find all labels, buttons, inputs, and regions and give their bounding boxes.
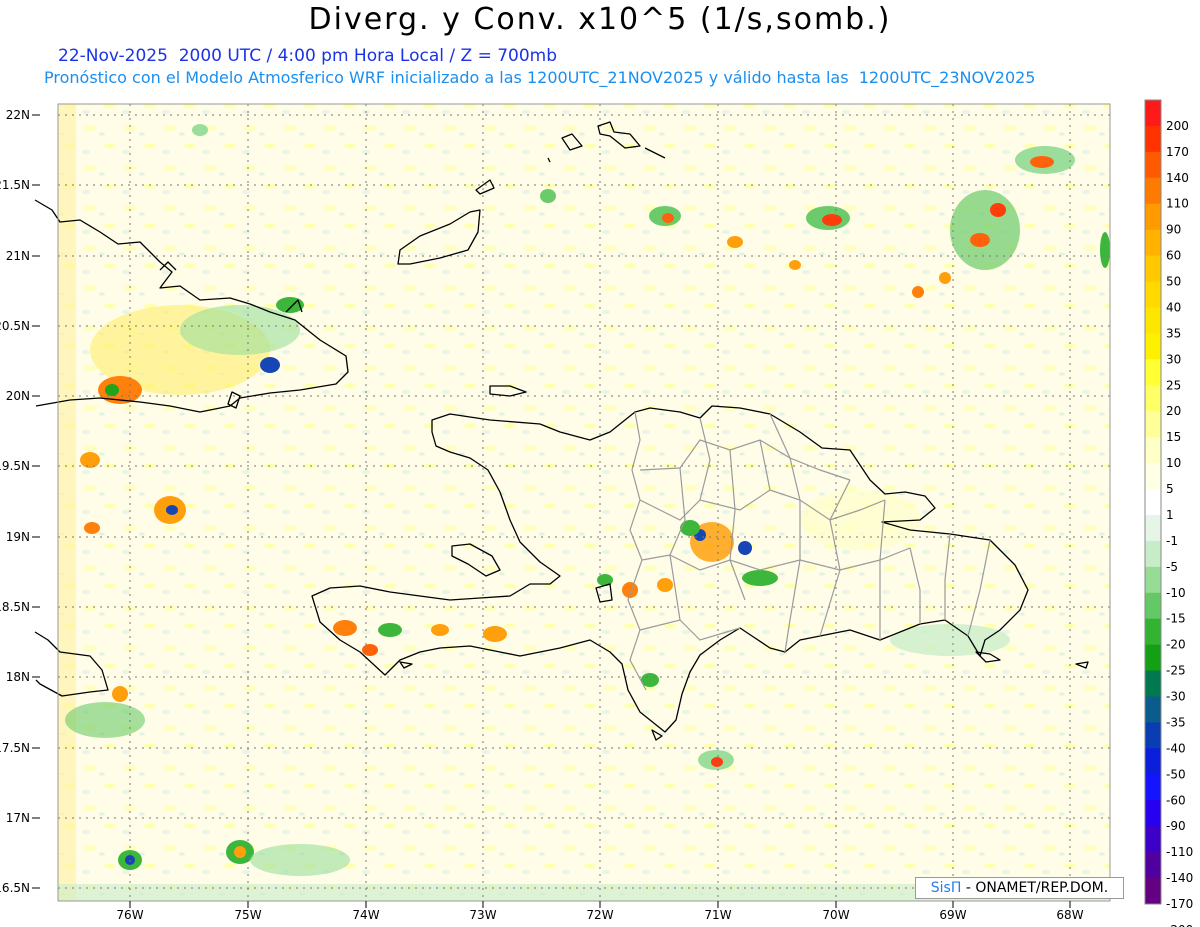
legend-label: -30 xyxy=(1166,690,1186,704)
lon-label: 76W xyxy=(116,908,143,922)
legend-label: 1 xyxy=(1166,508,1174,522)
lat-label: 18N xyxy=(6,670,30,684)
legend-swatch xyxy=(1145,437,1161,464)
legend-swatch xyxy=(1145,255,1161,283)
legend-label: -110 xyxy=(1166,845,1193,859)
legend-label: -170 xyxy=(1166,897,1193,911)
lon-label: 72W xyxy=(586,908,613,922)
legend-label: 200 xyxy=(1166,119,1189,133)
legend-swatch xyxy=(1145,411,1161,438)
legend-label: 40 xyxy=(1166,300,1181,314)
legend-label: 20 xyxy=(1166,404,1181,418)
legend-swatch xyxy=(1145,203,1161,231)
lat-axis: 22N 21.5N 21N 20.5N 20N 19.5N 19N 18.5N … xyxy=(0,108,30,895)
legend-swatch xyxy=(1145,774,1161,801)
lat-label: 19.5N xyxy=(0,459,30,473)
legend-label: 25 xyxy=(1166,378,1181,392)
legend-swatch xyxy=(1145,566,1161,594)
lon-label: 70W xyxy=(822,908,849,922)
legend-swatch xyxy=(1145,670,1161,698)
legend-swatch xyxy=(1145,100,1161,127)
legend-swatch xyxy=(1145,151,1161,179)
legend-label: 90 xyxy=(1166,223,1181,237)
legend-label: 50 xyxy=(1166,275,1181,289)
legend-label: 35 xyxy=(1166,326,1181,340)
legend-label: 30 xyxy=(1166,352,1181,366)
lon-label: 69W xyxy=(939,908,966,922)
legend-swatch xyxy=(1145,696,1161,723)
legend-swatch xyxy=(1145,333,1161,360)
lat-label: 21N xyxy=(6,249,30,263)
legend-label: -40 xyxy=(1166,741,1186,755)
lat-label: 17N xyxy=(6,811,30,825)
legend-swatch xyxy=(1145,463,1161,490)
color-legend: 200 170 140 110 90 60 50 40 35 30 25 20 15 10 5 1 -1 -5 -1… xyxy=(1144,99,1193,927)
legend-swatch xyxy=(1145,878,1161,905)
lat-label: 18.5N xyxy=(0,600,30,614)
legend-label: -25 xyxy=(1166,664,1186,678)
legend-label: -1 xyxy=(1166,534,1178,548)
lon-label: 68W xyxy=(1056,908,1083,922)
legend-swatch xyxy=(1145,618,1161,646)
legend-label: 10 xyxy=(1166,456,1181,470)
credit-box: SisΠ - ONAMET/REP.DOM. xyxy=(915,877,1124,899)
legend-label: 60 xyxy=(1166,249,1181,263)
legend-label: -5 xyxy=(1166,560,1178,574)
legend-swatch xyxy=(1145,489,1161,516)
lon-label: 75W xyxy=(234,908,261,922)
lat-label: 16.5N xyxy=(0,881,30,895)
credit-org: - ONAMET/REP.DOM. xyxy=(961,880,1109,896)
legend-swatch xyxy=(1145,229,1161,257)
legend-label: -35 xyxy=(1166,715,1186,729)
legend-swatch xyxy=(1145,307,1161,334)
legend-label: -15 xyxy=(1166,612,1186,626)
legend-swatch xyxy=(1145,281,1161,308)
lon-label: 71W xyxy=(704,908,731,922)
legend-swatch xyxy=(1145,644,1161,672)
lon-label: 73W xyxy=(469,908,496,922)
legend-swatch xyxy=(1145,800,1161,827)
legend-swatch xyxy=(1145,852,1161,879)
lat-label: 20N xyxy=(6,389,30,403)
legend-swatch xyxy=(1145,177,1161,205)
lat-label: 21.5N xyxy=(0,178,30,192)
legend-label: 170 xyxy=(1166,145,1189,159)
legend-label: -50 xyxy=(1166,767,1186,781)
legend-label: -60 xyxy=(1166,793,1186,807)
lon-axis: 76W 75W 74W 73W 72W 71W 70W 69W 68W xyxy=(116,908,1083,922)
legend-swatch xyxy=(1145,540,1161,568)
legend-label: -200 xyxy=(1166,923,1193,927)
legend-label: -10 xyxy=(1166,586,1186,600)
lat-label: 19N xyxy=(6,530,30,544)
legend-label: 110 xyxy=(1166,197,1189,211)
lat-label: 17.5N xyxy=(0,741,30,755)
credit-brand: SisΠ xyxy=(930,880,962,896)
lat-label: 22N xyxy=(6,108,30,122)
weather-map: 22N 21.5N 21N 20.5N 20N 19.5N 19N 18.5N … xyxy=(0,99,1193,927)
legend-swatch xyxy=(1145,514,1161,542)
lon-label: 74W xyxy=(352,908,379,922)
legend-swatch xyxy=(1145,125,1161,153)
legend-label: -20 xyxy=(1166,638,1186,652)
legend-swatch xyxy=(1145,592,1161,620)
legend-swatch xyxy=(1145,385,1161,412)
lat-label: 20.5N xyxy=(0,319,30,333)
legend-swatch xyxy=(1145,826,1161,853)
legend-label: 5 xyxy=(1166,482,1174,496)
legend-label: -140 xyxy=(1166,871,1193,885)
legend-swatch xyxy=(1145,722,1161,749)
legend-label: -90 xyxy=(1166,819,1186,833)
legend-swatch xyxy=(1145,748,1161,775)
legend-swatch xyxy=(1145,359,1161,386)
legend-label: 15 xyxy=(1166,430,1181,444)
legend-label: 140 xyxy=(1166,171,1189,185)
